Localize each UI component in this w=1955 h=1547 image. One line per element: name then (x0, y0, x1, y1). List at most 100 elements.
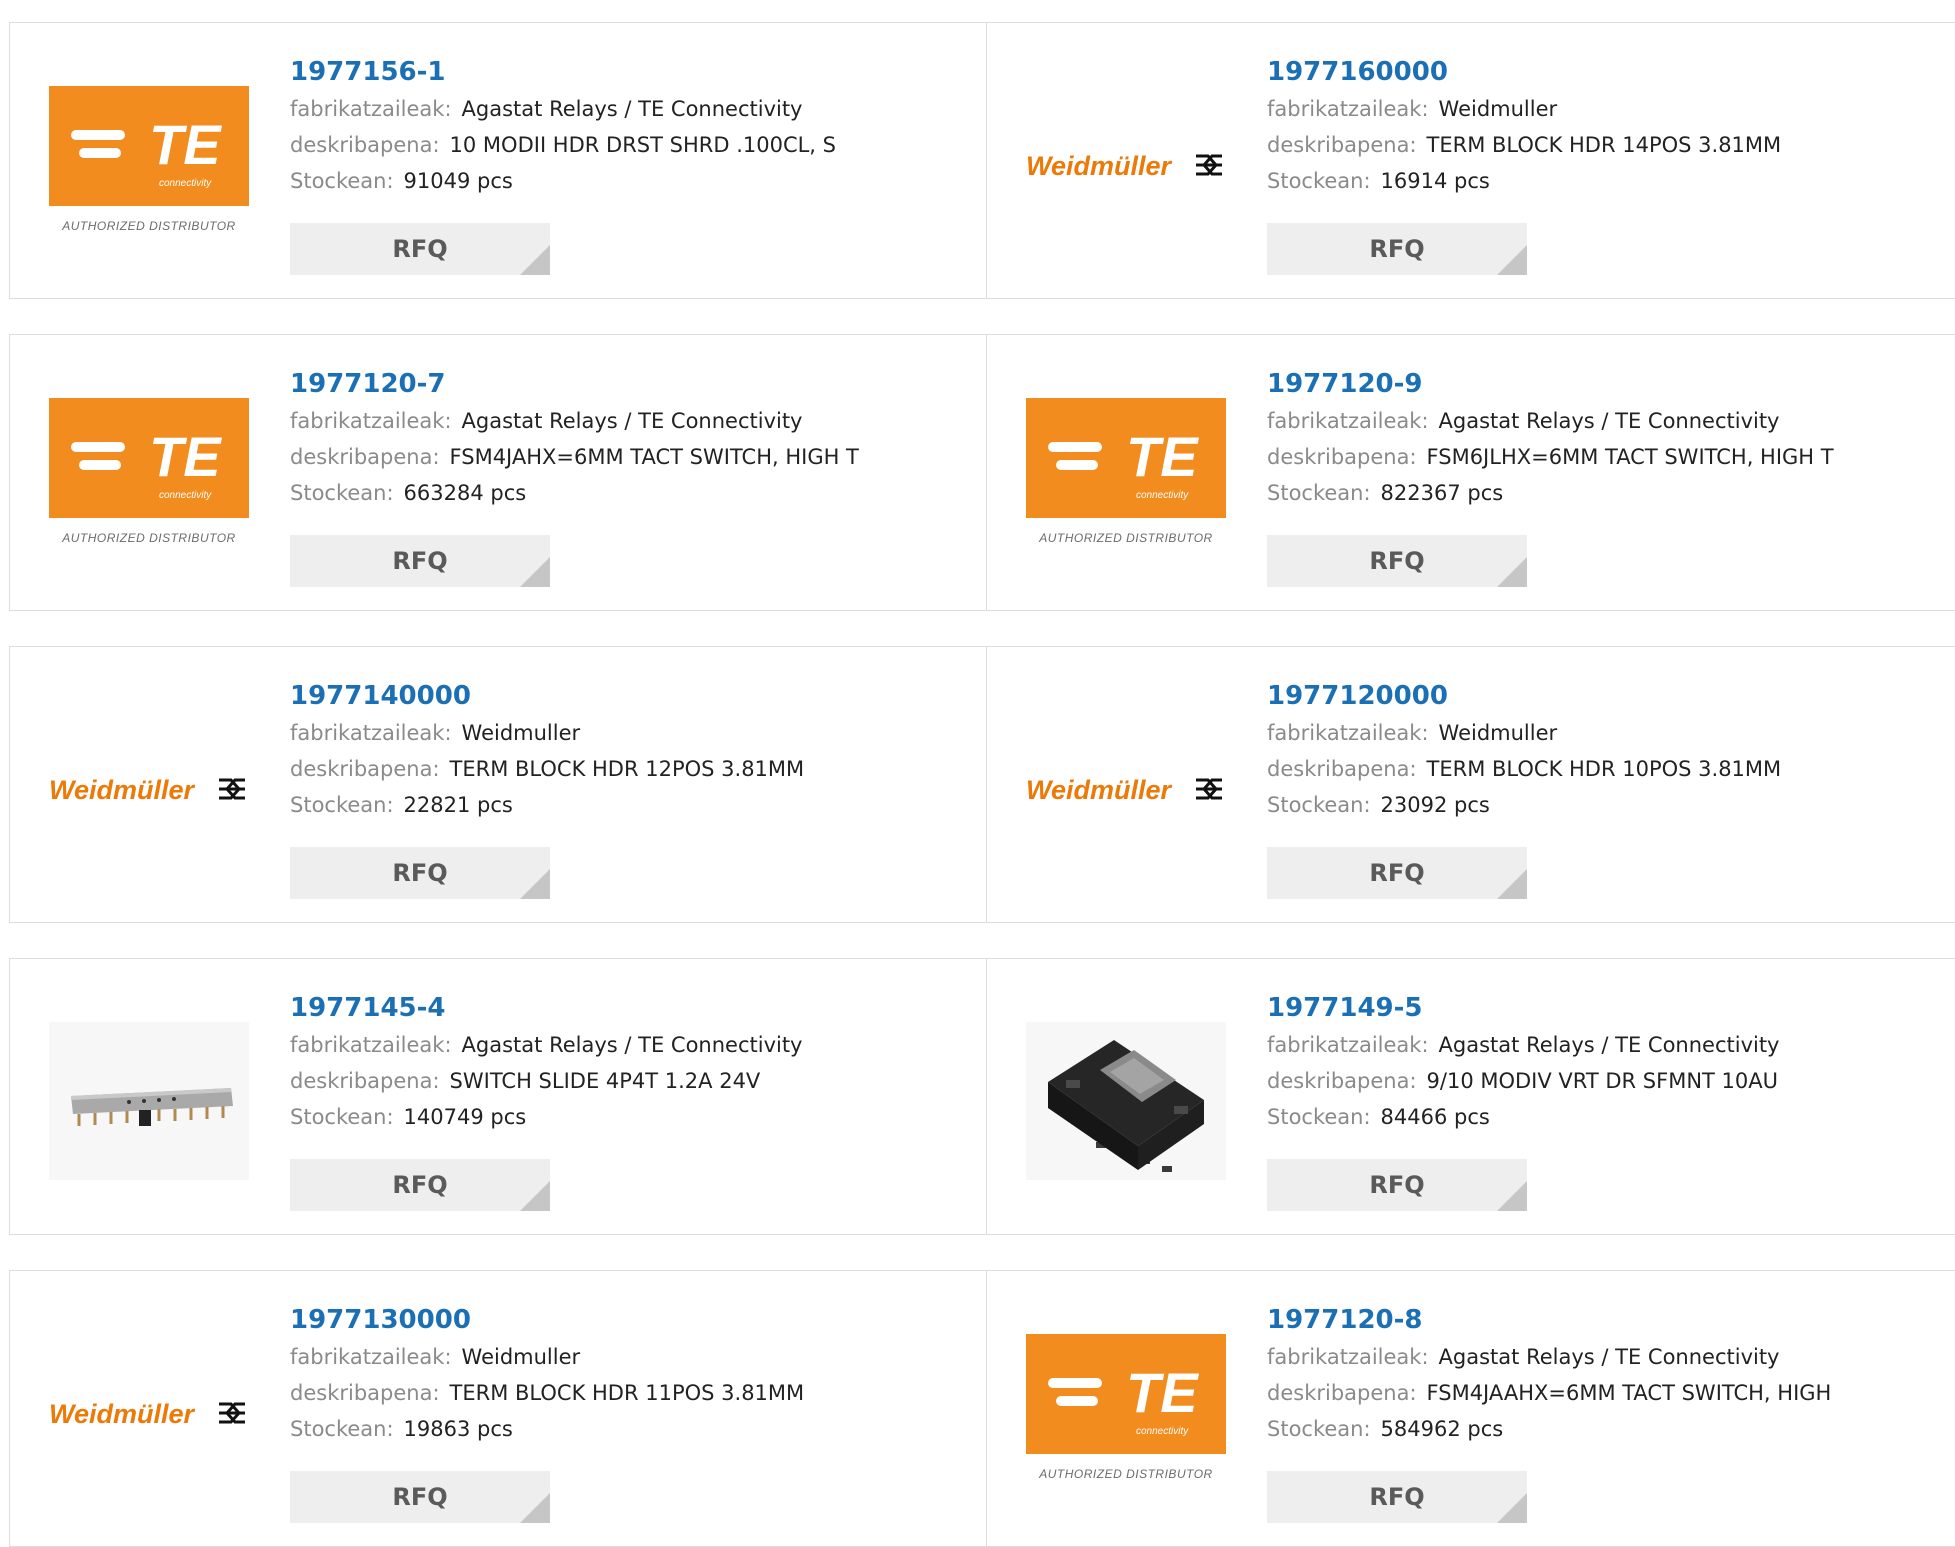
description-label: deskribapena: (290, 1069, 440, 1093)
description-value: TERM BLOCK HDR 12POS 3.81MM (449, 757, 805, 781)
rfq-corner-icon (1497, 245, 1527, 275)
manufacturer-label: fabrikatzaileak: (290, 721, 452, 745)
product-info: 1977145-4 fabrikatzaileak: Agastat Relays… (290, 989, 803, 1135)
logo-slot: TE connectivity AUTHORIZED DISTRIBUTOR (1026, 398, 1226, 556)
description-label: deskribapena: (290, 445, 440, 469)
rfq-button[interactable]: RFQ (290, 847, 550, 899)
part-number-link[interactable]: 1977120-7 (290, 365, 859, 403)
description-line: deskribapena: FSM6JLHX=6MM TACT SWITCH, H… (1267, 439, 1834, 475)
logo-slot: TE connectivity AUTHORIZED DISTRIBUTOR (49, 398, 249, 556)
logo-slot: TE connectivity AUTHORIZED DISTRIBUTOR (1026, 1334, 1226, 1492)
stock-label: Stockean: (1267, 1105, 1371, 1129)
description-line: deskribapena: TERM BLOCK HDR 10POS 3.81MM (1267, 751, 1781, 787)
product-info: 1977130000 fabrikatzaileak: Weidmuller de… (290, 1301, 804, 1447)
rfq-button[interactable]: RFQ (1267, 535, 1527, 587)
part-number-link[interactable]: 1977145-4 (290, 989, 803, 1027)
part-number-link[interactable]: 1977120-9 (1267, 365, 1834, 403)
rfq-button[interactable]: RFQ (1267, 1471, 1527, 1523)
weidmuller-wordmark: Weidmüller (49, 1399, 196, 1429)
part-number-link[interactable]: 1977156-1 (290, 53, 836, 91)
part-number-link[interactable]: 1977120-8 (1267, 1301, 1831, 1339)
rfq-label: RFQ (1369, 1483, 1425, 1511)
rfq-corner-icon (1497, 1493, 1527, 1523)
stock-label: Stockean: (1267, 1417, 1371, 1441)
manufacturer-label: fabrikatzaileak: (1267, 721, 1429, 745)
weidmuller-symbol-icon (1196, 778, 1222, 800)
weidmuller-logo: Weidmüller (49, 775, 245, 805)
description-label: deskribapena: (1267, 1069, 1417, 1093)
weidmuller-wordmark: Weidmüller (1026, 775, 1173, 805)
description-label: deskribapena: (290, 757, 440, 781)
te-logo: TE connectivity AUTHORIZED DISTRIBUTOR (49, 398, 249, 545)
manufacturer-value: Agastat Relays / TE Connectivity (461, 1033, 803, 1057)
part-number-link[interactable]: 1977160000 (1267, 53, 1781, 91)
rfq-label: RFQ (1369, 235, 1425, 263)
weidmuller-symbol-icon (219, 778, 245, 800)
rfq-button[interactable]: RFQ (290, 1159, 550, 1211)
te-subtext: connectivity (159, 178, 212, 189)
stock-line: Stockean: 23092 pcs (1267, 787, 1781, 823)
rfq-label: RFQ (392, 235, 448, 263)
description-value: 10 MODII HDR DRST SHRD .100CL, S (449, 133, 836, 157)
rfq-button[interactable]: RFQ (290, 223, 550, 275)
te-subtext: connectivity (1136, 1426, 1189, 1437)
manufacturer-value: Weidmuller (461, 1345, 581, 1369)
description-label: deskribapena: (290, 133, 440, 157)
stock-line: Stockean: 584962 pcs (1267, 1411, 1831, 1447)
stock-line: Stockean: 16914 pcs (1267, 163, 1781, 199)
product-card: TE connectivity AUTHORIZED DISTRIBUTOR 1… (9, 23, 987, 298)
stock-value: 16914 pcs (1380, 169, 1490, 193)
manufacturer-value: Weidmuller (1438, 721, 1558, 745)
stock-label: Stockean: (290, 1417, 394, 1441)
manufacturer-value: Agastat Relays / TE Connectivity (461, 409, 803, 433)
manufacturer-value: Weidmuller (461, 721, 581, 745)
description-value: TERM BLOCK HDR 14POS 3.81MM (1426, 133, 1782, 157)
rfq-button[interactable]: RFQ (1267, 223, 1527, 275)
product-card: Weidmüller 1977160000 fabrikatzaileak: We… (987, 23, 1955, 298)
manufacturer-line: fabrikatzaileak: Agastat Relays / TE Conn… (290, 403, 859, 439)
weidmuller-wordmark: Weidmüller (49, 775, 196, 805)
rfq-label: RFQ (1369, 547, 1425, 575)
stock-label: Stockean: (290, 793, 394, 817)
rfq-button[interactable]: RFQ (1267, 1159, 1527, 1211)
stock-label: Stockean: (1267, 481, 1371, 505)
stock-value: 84466 pcs (1380, 1105, 1490, 1129)
logo-slot (1026, 1022, 1226, 1180)
manufacturer-label: fabrikatzaileak: (290, 409, 452, 433)
part-number-link[interactable]: 1977140000 (290, 677, 804, 715)
product-info: 1977149-5 fabrikatzaileak: Agastat Relays… (1267, 989, 1780, 1135)
stock-label: Stockean: (290, 1105, 394, 1129)
slide-switch-photo (49, 1022, 249, 1180)
logo-slot (49, 1022, 249, 1180)
stock-value: 584962 pcs (1380, 1417, 1504, 1441)
rfq-label: RFQ (392, 859, 448, 887)
stock-line: Stockean: 140749 pcs (290, 1099, 803, 1135)
logo-slot: Weidmüller (49, 1334, 249, 1492)
description-value: TERM BLOCK HDR 10POS 3.81MM (1426, 757, 1782, 781)
product-card: Weidmüller 1977130000 fabrikatzaileak: We… (9, 1271, 987, 1546)
description-value: FSM4JAHX=6MM TACT SWITCH, HIGH T (449, 445, 859, 469)
rfq-button[interactable]: RFQ (290, 1471, 550, 1523)
stock-line: Stockean: 91049 pcs (290, 163, 836, 199)
description-value: FSM4JAAHX=6MM TACT SWITCH, HIGH (1426, 1381, 1832, 1405)
rfq-label: RFQ (1369, 859, 1425, 887)
rfq-corner-icon (520, 557, 550, 587)
manufacturer-line: fabrikatzaileak: Weidmuller (290, 715, 804, 751)
stock-label: Stockean: (290, 481, 394, 505)
weidmuller-logo: Weidmüller (1026, 775, 1222, 805)
description-label: deskribapena: (1267, 133, 1417, 157)
manufacturer-line: fabrikatzaileak: Agastat Relays / TE Conn… (290, 1027, 803, 1063)
rfq-label: RFQ (1369, 1171, 1425, 1199)
product-info: 1977160000 fabrikatzaileak: Weidmuller de… (1267, 53, 1781, 199)
te-subtext: connectivity (159, 490, 212, 501)
part-number-link[interactable]: 1977120000 (1267, 677, 1781, 715)
rfq-button[interactable]: RFQ (290, 535, 550, 587)
part-number-link[interactable]: 1977149-5 (1267, 989, 1780, 1027)
product-info: 1977140000 fabrikatzaileak: Weidmuller de… (290, 677, 804, 823)
rfq-corner-icon (1497, 869, 1527, 899)
product-card: TE connectivity AUTHORIZED DISTRIBUTOR 1… (987, 1271, 1955, 1546)
manufacturer-line: fabrikatzaileak: Agastat Relays / TE Conn… (1267, 1027, 1780, 1063)
rfq-button[interactable]: RFQ (1267, 847, 1527, 899)
part-number-link[interactable]: 1977130000 (290, 1301, 804, 1339)
stock-label: Stockean: (1267, 793, 1371, 817)
